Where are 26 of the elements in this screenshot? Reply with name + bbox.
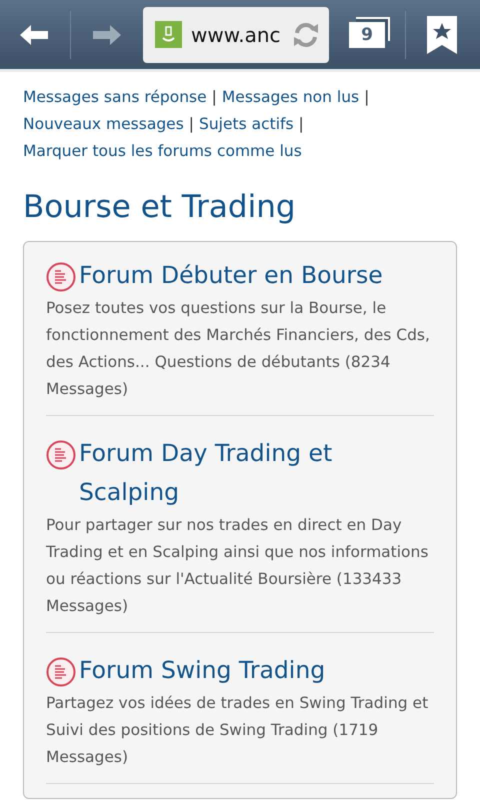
address-bar[interactable]: www.anc — [143, 6, 329, 62]
forum-link[interactable]: Forum Débuter en Bourse — [79, 256, 383, 295]
link-separator: | — [298, 114, 304, 135]
link-separator: | — [364, 87, 370, 108]
forum-description: Pour partager sur nos trades en direct en Day Trading et en Scalping ainsi que nos informations ou réactions sur l'Actualité Boursière (133433 Messages) — [46, 515, 430, 617]
nav-link[interactable]: Messages non lus — [222, 84, 360, 111]
link-separator: | — [212, 87, 217, 108]
site-icon — [155, 21, 182, 48]
nav-link[interactable]: Sujets actifs — [199, 111, 294, 138]
back-button[interactable] — [18, 22, 50, 46]
forward-button[interactable] — [91, 22, 123, 46]
nav-link[interactable]: Messages sans réponse — [23, 84, 207, 111]
bookmark-icon[interactable] — [426, 14, 458, 54]
forum-link[interactable]: Forum Swing Trading — [79, 651, 326, 690]
link-separator: | — [188, 114, 194, 135]
forum-icon — [46, 440, 76, 470]
forum-icon — [46, 657, 76, 687]
section-title: Bourse et Trading — [23, 189, 297, 225]
forum-icon — [46, 262, 76, 292]
nav-link[interactable]: Nouveaux messages — [23, 111, 184, 138]
nav-link[interactable]: Marquer tous les forums comme lus — [23, 138, 302, 165]
forum-description: Posez toutes vos questions sur la Bourse, le fonctionnement des Marchés Financiers, des Cds, des Actions... Questions de débutants (8234 Messages) — [46, 298, 431, 400]
url-text: www.anc — [191, 22, 282, 46]
forum-link[interactable]: Forum Day Trading et Scalping — [79, 434, 434, 512]
tabs-button[interactable]: 9 — [349, 22, 385, 48]
forum-description: Partagez vos idées de trades en Swing Trading et Suivi des positions de Swing Trading (1719 Messages) — [46, 693, 430, 768]
